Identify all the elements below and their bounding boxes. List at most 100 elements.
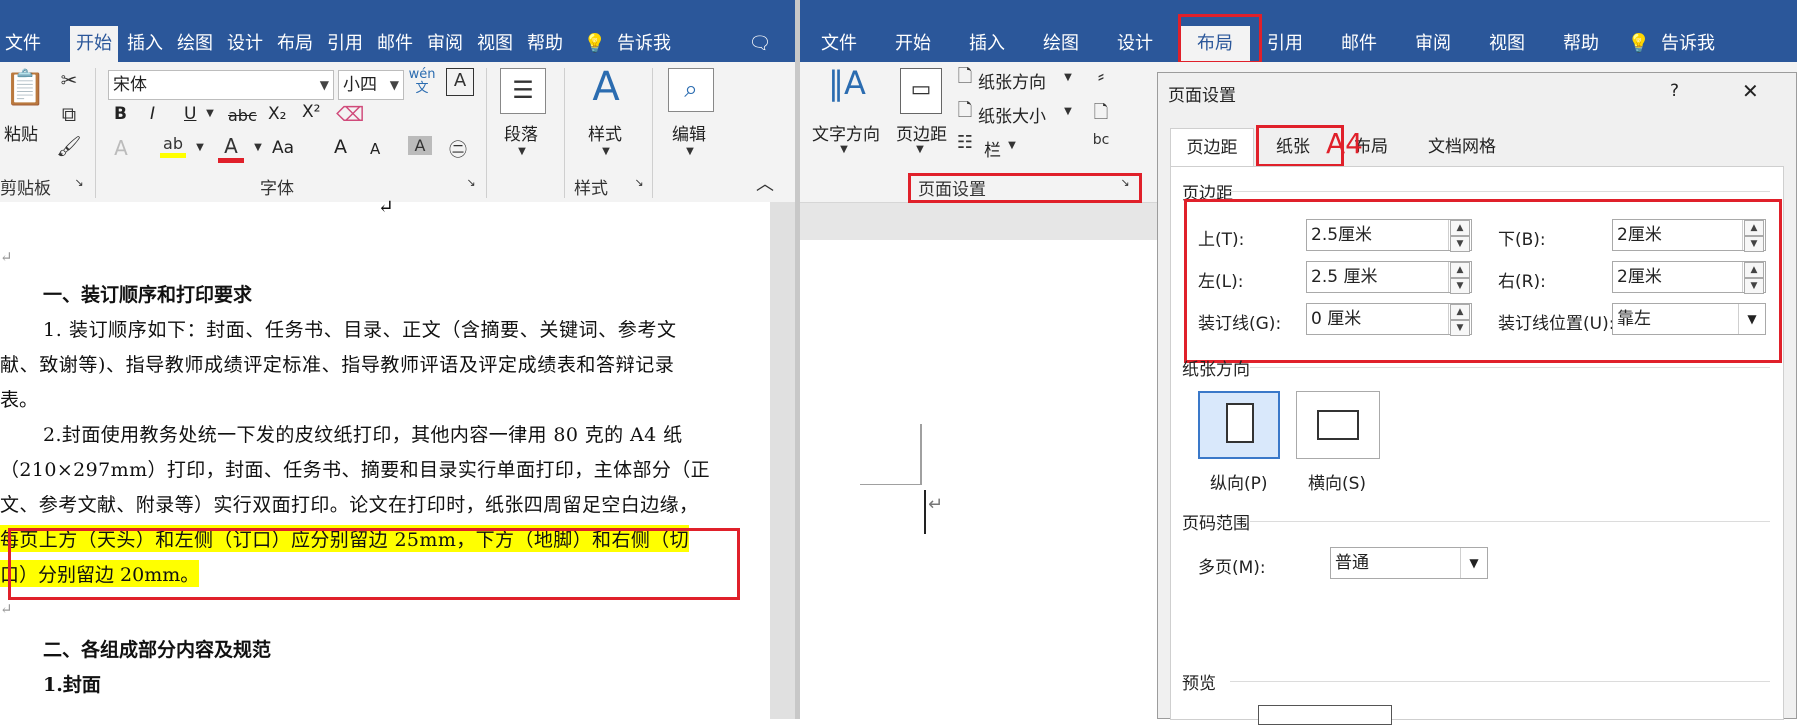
comments-icon[interactable]: 🗨 (740, 26, 780, 62)
shrink-font-button[interactable]: A (370, 140, 380, 158)
tab-home[interactable]: 开始 (70, 26, 118, 62)
text-direction-button[interactable]: 文字方向 (812, 120, 880, 145)
tab-draw[interactable]: 绘图 (1038, 26, 1084, 62)
tab-view[interactable]: 视图 (1484, 26, 1530, 62)
chevron-down-icon[interactable]: ▼ (1460, 548, 1487, 578)
line-numbers-icon[interactable]: 🗋 (1086, 100, 1116, 130)
bold-button[interactable]: B (114, 104, 127, 124)
paste-icon[interactable]: 📋 (4, 68, 46, 108)
margins-button[interactable]: 页边距 (896, 120, 947, 145)
character-border-icon[interactable]: A (446, 68, 474, 96)
size-button[interactable]: 纸张大小 (978, 102, 1046, 127)
tab-design[interactable]: 设计 (1112, 26, 1158, 62)
clear-formatting-icon[interactable]: ⌫ (336, 102, 364, 126)
copy-icon[interactable]: ⧉ (54, 102, 84, 126)
tab-insert[interactable]: 插入 (122, 26, 168, 62)
grow-font-button[interactable]: A (334, 136, 347, 158)
character-shading-icon[interactable]: A (408, 136, 432, 155)
document-page[interactable]: ↵ ↵ 一、装订顺序和打印要求 1. 装订顺序如下：封面、任务书、目录、正文（含… (0, 196, 770, 719)
tab-mailings[interactable]: 邮件 (372, 26, 418, 62)
portrait-option[interactable] (1198, 391, 1280, 459)
phonetic-guide-icon[interactable]: wén 文 (408, 68, 436, 96)
tell-me-box[interactable]: 告诉我 (1658, 26, 1718, 62)
dialog-title: 页面设置 (1168, 86, 1236, 106)
chevron-down-icon[interactable]: ▼ (684, 146, 696, 157)
tab-margins[interactable]: 页边距 (1170, 128, 1254, 167)
cut-icon[interactable]: ✂ (54, 68, 84, 92)
tab-view[interactable]: 视图 (472, 26, 518, 62)
columns-button[interactable]: 栏 (984, 136, 1001, 161)
document-page[interactable] (800, 240, 1157, 719)
breaks-icon[interactable]: ⸗ (1086, 66, 1116, 87)
superscript-button[interactable]: X² (302, 102, 320, 122)
orientation-icon[interactable]: 🗋 (954, 64, 976, 94)
multiple-pages-select[interactable]: 普通 ▼ (1330, 547, 1488, 579)
text-effects-icon[interactable]: A (108, 136, 134, 160)
dialog-launcher-icon[interactable]: ↘ (632, 176, 646, 189)
collapse-ribbon-icon[interactable]: ︿ (752, 170, 778, 196)
chevron-down-icon[interactable]: ▼ (252, 142, 264, 153)
columns-icon[interactable]: ☷ (954, 132, 976, 153)
chevron-down-icon[interactable]: ▼ (838, 144, 850, 155)
format-painter-icon[interactable]: 🖌 (54, 134, 84, 158)
chevron-down-icon[interactable]: ▼ (1006, 140, 1018, 151)
dialog-launcher-icon[interactable]: ↘ (464, 176, 478, 189)
chevron-down-icon[interactable]: ▼ (1062, 106, 1074, 117)
tab-help[interactable]: 帮助 (1558, 26, 1604, 62)
tab-home[interactable]: 开始 (890, 26, 936, 62)
tab-draw[interactable]: 绘图 (172, 26, 218, 62)
chevron-down-icon[interactable]: ▼ (600, 146, 612, 157)
paste-button[interactable]: 粘贴 (4, 120, 38, 145)
margins-icon[interactable]: ▭ (900, 68, 942, 114)
chevron-down-icon: ▼ (319, 78, 329, 92)
font-color-icon[interactable]: A (218, 134, 244, 163)
enclose-characters-icon[interactable]: ㊁ (446, 136, 470, 162)
styles-icon[interactable]: A (582, 64, 630, 110)
subscript-button[interactable]: X₂ (268, 104, 286, 124)
tab-file[interactable]: 文件 (816, 26, 862, 62)
font-family-select[interactable]: 宋体 ▼ (108, 70, 334, 100)
styles-button[interactable]: 样式 (588, 120, 622, 145)
tab-design[interactable]: 设计 (222, 26, 268, 62)
strikethrough-button[interactable]: abc (228, 106, 257, 125)
tab-document-grid[interactable]: 文档网格 (1412, 128, 1512, 166)
paragraph-icon[interactable]: ☰ (500, 68, 546, 114)
document-line: （210×297mm）打印，封面、任务书、摘要和目录实行单面打印，主体部分（正 (0, 459, 711, 481)
tab-mailings[interactable]: 邮件 (1336, 26, 1382, 62)
highlight-color-icon[interactable]: ab (160, 134, 186, 158)
text-cursor (924, 490, 926, 534)
document-line: 文、参考文献、附录等）实行双面打印。论文在打印时，纸张四周留足空白边缘， (0, 494, 699, 516)
change-case-button[interactable]: Aa (272, 138, 294, 158)
editing-button[interactable]: 编辑 (672, 120, 706, 145)
dialog-launcher-icon[interactable]: ↘ (72, 176, 86, 189)
vertical-scrollbar[interactable] (770, 202, 795, 719)
tell-me-box[interactable]: 告诉我 (614, 26, 674, 62)
orientation-button[interactable]: 纸张方向 (978, 68, 1046, 93)
italic-button[interactable]: I (150, 104, 155, 124)
page-size-icon[interactable]: 🗋 (954, 98, 976, 128)
chevron-down-icon[interactable]: ▼ (194, 142, 206, 153)
search-icon[interactable]: ⌕ (668, 68, 714, 112)
close-icon[interactable]: ✕ (1742, 79, 1759, 103)
tab-file[interactable]: 文件 (0, 26, 46, 62)
tab-references[interactable]: 引用 (322, 26, 368, 62)
text-direction-icon[interactable]: ‖A (822, 64, 872, 102)
chevron-down-icon[interactable]: ▼ (516, 146, 528, 157)
paragraph-button[interactable]: 段落 (504, 120, 538, 145)
tab-help[interactable]: 帮助 (522, 26, 568, 62)
tab-review[interactable]: 审阅 (422, 26, 468, 62)
hyphenation-icon[interactable]: bc (1086, 132, 1116, 148)
chevron-down-icon[interactable]: ▼ (204, 108, 216, 119)
font-size-select[interactable]: 小四 ▼ (338, 70, 404, 100)
underline-button[interactable]: U (184, 104, 196, 124)
tab-layout[interactable]: 布局 (272, 26, 318, 62)
tab-references[interactable]: 引用 (1262, 26, 1308, 62)
tab-review[interactable]: 审阅 (1410, 26, 1456, 62)
help-button[interactable]: ? (1670, 81, 1679, 101)
margin-corner-mark (920, 424, 922, 484)
tab-insert[interactable]: 插入 (964, 26, 1010, 62)
section-heading: 一、装订顺序和打印要求 (43, 284, 253, 306)
chevron-down-icon[interactable]: ▼ (914, 144, 926, 155)
chevron-down-icon[interactable]: ▼ (1062, 72, 1074, 83)
landscape-option[interactable] (1296, 391, 1380, 459)
